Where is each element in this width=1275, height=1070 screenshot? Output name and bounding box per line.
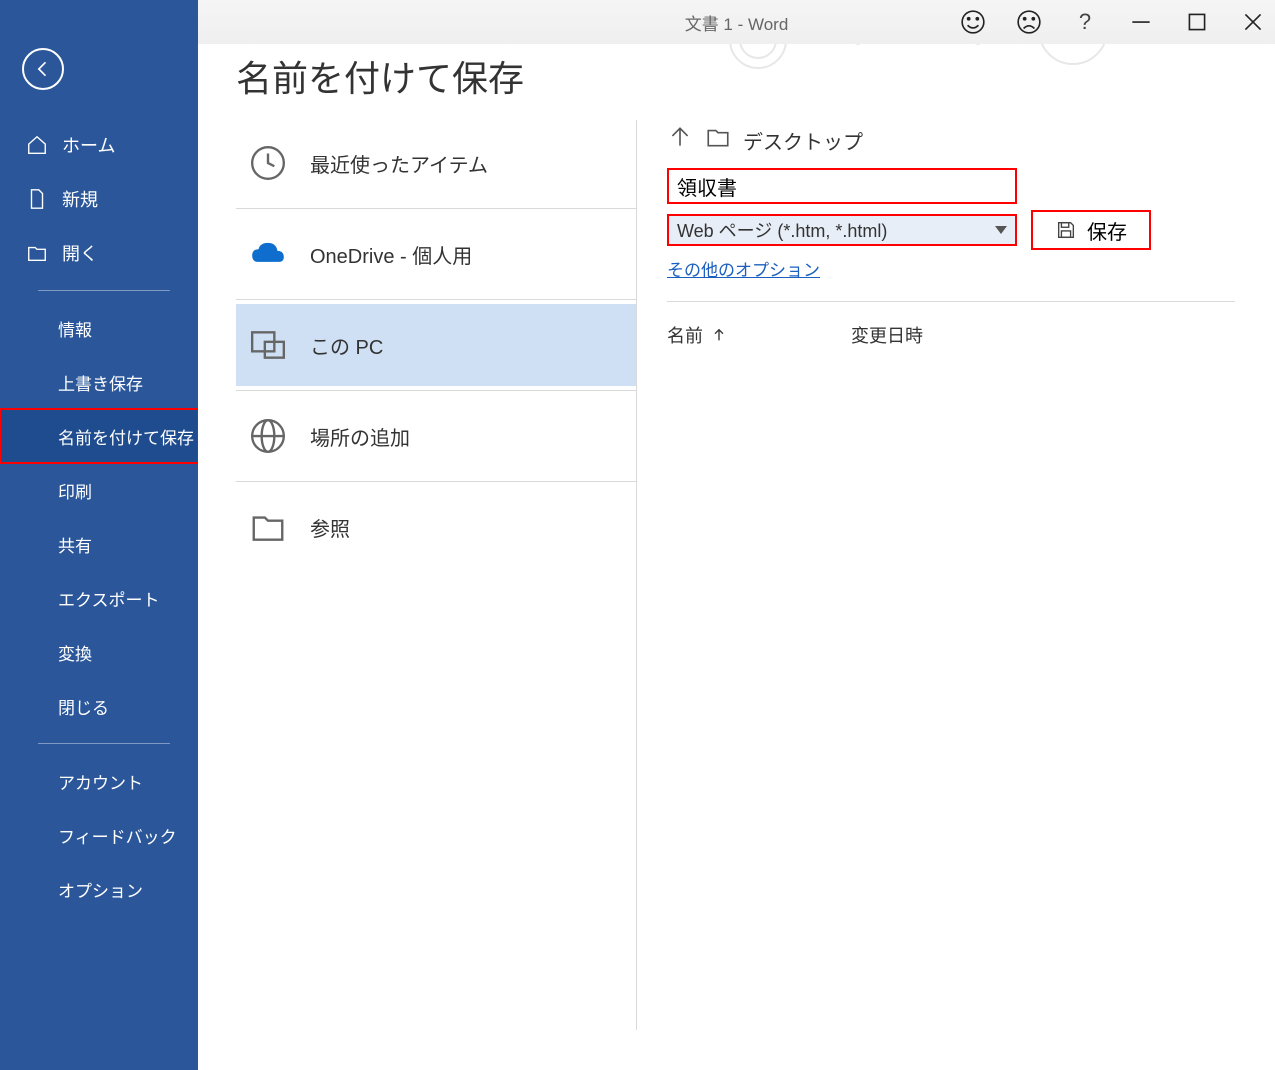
sidebar-item-label: 名前を付けて保存: [58, 424, 194, 449]
file-format-label: Web ページ (*.htm, *.html): [677, 217, 887, 243]
save-icon: [1055, 219, 1077, 241]
separator: [38, 743, 170, 744]
separator: [38, 290, 170, 291]
home-icon: [26, 134, 48, 156]
page-title: 名前を付けて保存: [236, 50, 636, 102]
sidebar-item-label: 共有: [58, 532, 92, 557]
location-label: この PC: [310, 331, 383, 360]
header-modified[interactable]: 変更日時: [851, 322, 923, 348]
separator: [236, 481, 636, 482]
sidebar-item-label: アカウント: [58, 769, 143, 794]
sidebar-item-label: 閉じる: [58, 694, 109, 719]
clock-icon: [246, 141, 290, 185]
sidebar-item-label: 印刷: [58, 478, 92, 503]
chevron-down-icon: [995, 226, 1007, 234]
sidebar-item-label: 新規: [62, 186, 98, 212]
sidebar-item-export[interactable]: エクスポート: [0, 571, 198, 625]
save-details-column: デスクトップ Web ページ (*.htm, *.html) 保存 その他のオプ…: [637, 0, 1275, 1070]
location-onedrive[interactable]: OneDrive - 個人用: [236, 213, 636, 295]
sort-asc-icon: [711, 327, 727, 343]
sidebar-item-convert[interactable]: 変換: [0, 625, 198, 679]
this-pc-icon: [246, 323, 290, 367]
save-button-label: 保存: [1087, 216, 1127, 245]
header-name-label: 名前: [667, 322, 703, 348]
sidebar-item-home[interactable]: ホーム: [0, 118, 198, 172]
location-browse[interactable]: 参照: [236, 486, 636, 568]
back-button[interactable]: [22, 48, 64, 90]
header-name[interactable]: 名前: [667, 322, 851, 348]
sidebar-item-save[interactable]: 上書き保存: [0, 355, 198, 409]
sidebar-item-label: ホーム: [62, 132, 115, 158]
sidebar-item-label: 情報: [58, 316, 92, 341]
sidebar-item-options[interactable]: オプション: [0, 862, 198, 916]
sidebar-item-label: 変換: [58, 640, 92, 665]
main-panel: 文書 1 - Word ? 名前を付けて保存 最近使ったアイテム: [198, 0, 1275, 1070]
sidebar-item-label: 開く: [62, 240, 98, 266]
sidebar-item-open[interactable]: 開く: [0, 226, 198, 280]
sidebar-item-label: フィードバック: [58, 823, 177, 848]
file-list-headers: 名前 変更日時: [667, 322, 1235, 348]
sidebar-item-share[interactable]: 共有: [0, 517, 198, 571]
separator: [236, 390, 636, 391]
header-modified-label: 変更日時: [851, 326, 923, 346]
separator: [236, 208, 636, 209]
location-label: OneDrive - 個人用: [310, 240, 472, 269]
separator: [236, 299, 636, 300]
globe-plus-icon: [246, 414, 290, 458]
folder-icon: [705, 124, 731, 156]
filename-input[interactable]: [667, 168, 1017, 204]
sidebar-item-new[interactable]: 新規: [0, 172, 198, 226]
save-locations-column: 名前を付けて保存 最近使ったアイテム OneDrive - 個人用 この PC …: [198, 0, 636, 1070]
location-label: 場所の追加: [310, 422, 410, 451]
sidebar-item-info[interactable]: 情報: [0, 301, 198, 355]
sidebar-item-feedback[interactable]: フィードバック: [0, 808, 198, 862]
location-recent[interactable]: 最近使ったアイテム: [236, 122, 636, 204]
sidebar-item-print[interactable]: 印刷: [0, 463, 198, 517]
location-this-pc[interactable]: この PC: [236, 304, 636, 386]
file-format-select[interactable]: Web ページ (*.htm, *.html): [667, 214, 1017, 246]
location-add-place[interactable]: 場所の追加: [236, 395, 636, 477]
more-options-link[interactable]: その他のオプション: [667, 256, 820, 281]
sidebar-item-close[interactable]: 閉じる: [0, 679, 198, 733]
sidebar-item-label: 上書き保存: [58, 370, 143, 395]
backstage-sidebar: ホーム 新規 開く 情報 上書き保存 名前を付けて保存 印刷 共有 エクスポート…: [0, 0, 198, 1070]
folder-open-icon: [26, 242, 48, 264]
up-arrow-icon[interactable]: [667, 124, 693, 156]
separator: [667, 301, 1235, 302]
current-path: デスクトップ: [667, 124, 1235, 156]
sidebar-item-label: エクスポート: [58, 586, 160, 611]
save-button[interactable]: 保存: [1031, 210, 1151, 250]
sidebar-item-account[interactable]: アカウント: [0, 754, 198, 808]
onedrive-icon: [246, 232, 290, 276]
location-label: 最近使ったアイテム: [310, 149, 488, 178]
arrow-left-icon: [33, 59, 53, 79]
sidebar-item-save-as[interactable]: 名前を付けて保存: [0, 409, 198, 463]
sidebar-item-label: オプション: [58, 877, 143, 902]
document-icon: [26, 188, 48, 210]
location-label: 参照: [310, 513, 350, 542]
folder-icon: [246, 505, 290, 549]
path-label: デスクトップ: [743, 126, 863, 155]
